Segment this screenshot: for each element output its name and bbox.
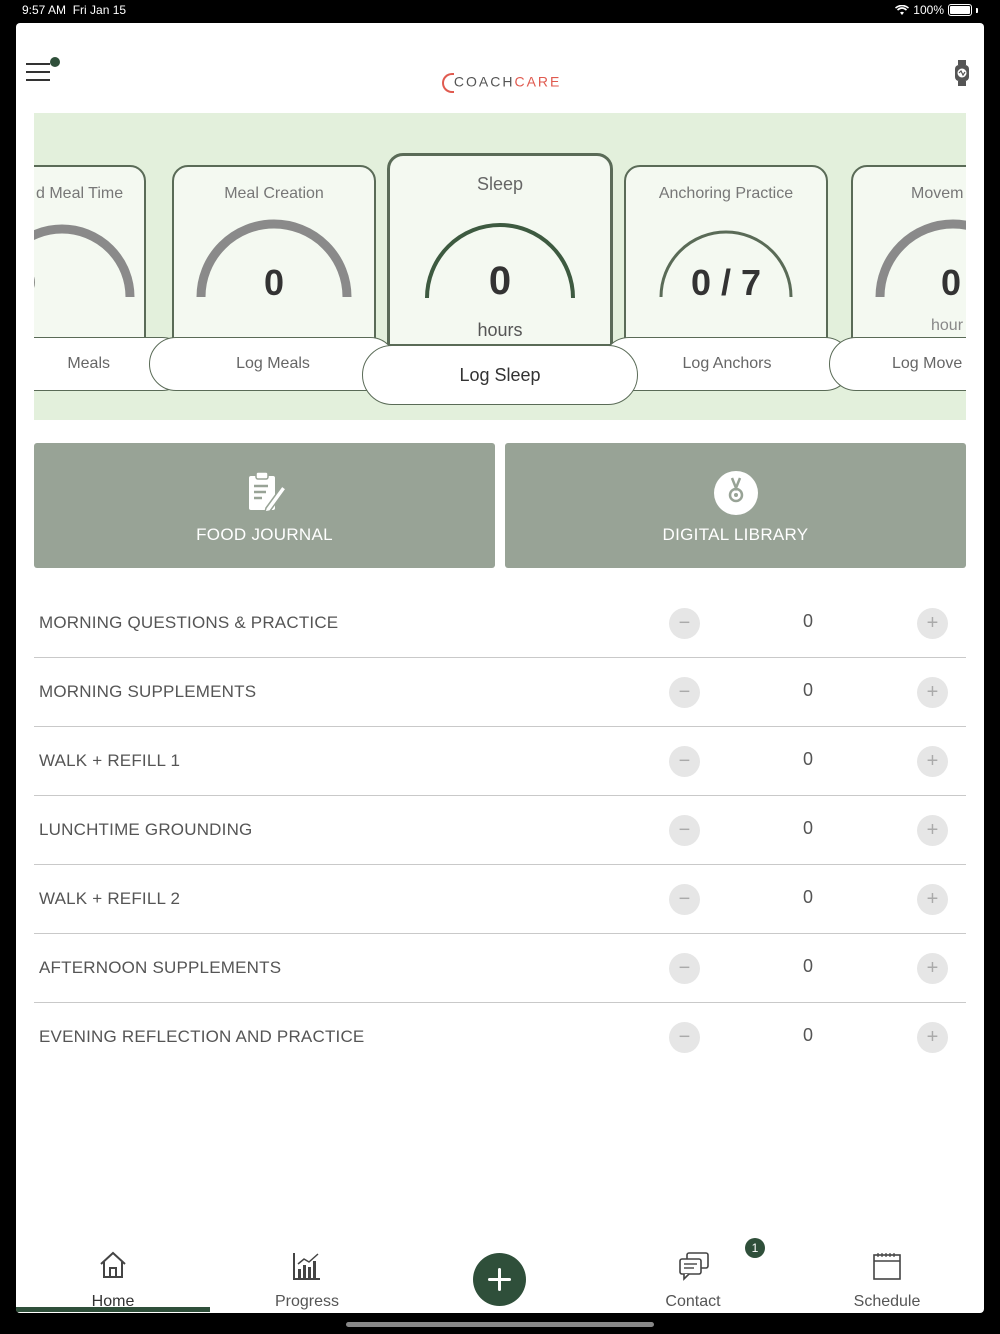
card-value: 0 — [263, 262, 285, 303]
decrement-button[interactable]: − — [669, 815, 700, 846]
battery-icon — [948, 4, 972, 16]
card-value: 0 / 7 — [690, 262, 762, 303]
decrement-button[interactable]: − — [669, 1022, 700, 1053]
status-right: 100% — [895, 3, 978, 17]
calendar-icon — [873, 1253, 901, 1280]
checklist-label: MORNING SUPPLEMENTS — [39, 682, 257, 701]
increment-button[interactable]: + — [917, 815, 948, 846]
wifi-icon — [895, 4, 910, 15]
list-item: WALK + REFILL 1 − 0 + — [34, 727, 966, 796]
increment-button[interactable]: + — [917, 953, 948, 984]
decrement-button[interactable]: − — [669, 884, 700, 915]
tab-schedule-label: Schedule — [853, 1293, 921, 1310]
tab-home[interactable]: Home — [16, 1238, 210, 1313]
metric-carousel[interactable]: d Meal Time 0 Meal Creation 0 Sleep 0 ho… — [34, 113, 966, 420]
active-tab-indicator — [16, 1307, 210, 1312]
home-indicator — [346, 1322, 654, 1327]
checklist-count: 0 — [802, 749, 813, 769]
checklist-label: AFTERNOON SUPPLEMENTS — [39, 958, 282, 977]
digital-library-label: DIGITAL LIBRARY — [662, 525, 809, 544]
checklist-count: 0 — [802, 680, 813, 700]
tab-schedule[interactable]: Schedule — [790, 1238, 984, 1313]
card-movement[interactable]: Movem 0 hour — [851, 165, 966, 345]
clipboard-pen-icon — [248, 471, 287, 513]
card-title: Sleep — [476, 174, 524, 194]
battery-percent: 100% — [913, 3, 944, 17]
card-unit: hours — [477, 320, 523, 340]
header: COACHCARE — [16, 23, 984, 113]
list-item: AFTERNOON SUPPLEMENTS − 0 + — [34, 934, 966, 1003]
decrement-button[interactable]: − — [669, 608, 700, 639]
checklist-count: 0 — [802, 887, 813, 907]
decrement-button[interactable]: − — [669, 953, 700, 984]
daily-checklist: MORNING QUESTIONS & PRACTICE − 0 + MORNI… — [34, 589, 966, 1071]
card-title: Anchoring Practice — [658, 185, 794, 202]
checklist-label: EVENING REFLECTION AND PRACTICE — [39, 1027, 365, 1046]
home-icon — [100, 1251, 126, 1278]
status-time: 9:57 AM Fri Jan 15 — [22, 3, 127, 17]
card-title: d Meal Time — [36, 185, 124, 202]
card-anchoring-practice[interactable]: Anchoring Practice 0 / 7 — [624, 165, 828, 345]
increment-button[interactable]: + — [917, 608, 948, 639]
card-unit: hour — [931, 317, 964, 334]
list-item: WALK + REFILL 2 − 0 + — [34, 865, 966, 934]
add-button[interactable] — [473, 1253, 526, 1306]
log-meals-button[interactable]: Log Meals — [149, 337, 397, 391]
tab-progress[interactable]: Progress — [210, 1238, 404, 1313]
checklist-label: LUNCHTIME GROUNDING — [39, 820, 253, 839]
card-value: 0 — [941, 262, 962, 303]
list-item: MORNING SUPPLEMENTS − 0 + — [34, 658, 966, 727]
chat-icon — [679, 1252, 709, 1281]
app-window: COACHCARE d Meal Time 0 Meal Creation 0 … — [16, 23, 984, 1313]
decrement-button[interactable]: − — [669, 746, 700, 777]
increment-button[interactable]: + — [917, 677, 948, 708]
contact-badge: 1 — [745, 1238, 765, 1258]
list-item: LUNCHTIME GROUNDING − 0 + — [34, 796, 966, 865]
card-meal-creation[interactable]: Meal Creation 0 — [172, 165, 376, 345]
increment-button[interactable]: + — [917, 884, 948, 915]
checklist-label: MORNING QUESTIONS & PRACTICE — [39, 613, 339, 632]
list-item: MORNING QUESTIONS & PRACTICE − 0 + — [34, 589, 966, 658]
digital-library-tile[interactable]: DIGITAL LIBRARY — [505, 443, 966, 568]
menu-button[interactable] — [26, 57, 60, 83]
tab-progress-label: Progress — [274, 1293, 340, 1310]
increment-button[interactable]: + — [917, 746, 948, 777]
card-value: 0 — [34, 262, 144, 304]
medal-icon — [713, 471, 758, 515]
checklist-count: 0 — [802, 611, 813, 631]
card-sleep[interactable]: Sleep 0 hours — [387, 153, 613, 347]
bar-chart-icon — [293, 1253, 320, 1280]
checklist-label: WALK + REFILL 1 — [39, 751, 181, 770]
increment-button[interactable]: + — [917, 1022, 948, 1053]
food-journal-tile[interactable]: FOOD JOURNAL — [34, 443, 495, 568]
logo-arc-icon — [442, 73, 454, 93]
watch-icon[interactable] — [954, 60, 970, 86]
log-anchors-button[interactable]: Log Anchors — [602, 337, 852, 391]
decrement-button[interactable]: − — [669, 677, 700, 708]
checklist-count: 0 — [802, 818, 813, 838]
card-title: Meal Creation — [224, 185, 324, 202]
log-sleep-button[interactable]: Log Sleep — [362, 345, 638, 405]
food-journal-label: FOOD JOURNAL — [196, 525, 333, 544]
checklist-count: 0 — [802, 1025, 813, 1045]
checklist-label: WALK + REFILL 2 — [39, 889, 181, 908]
card-meal-time[interactable]: d Meal Time 0 — [34, 165, 146, 345]
card-value: 0 — [488, 259, 512, 303]
list-item: EVENING REFLECTION AND PRACTICE − 0 + — [34, 1003, 966, 1071]
quick-tiles: FOOD JOURNAL DIGITAL LIBRARY — [34, 443, 966, 568]
card-title: Movem — [911, 185, 964, 202]
checklist-count: 0 — [802, 956, 813, 976]
status-bar: 9:57 AM Fri Jan 15 100% — [0, 0, 1000, 22]
log-movement-button[interactable]: Log Move — [829, 337, 966, 391]
coachcare-logo: COACHCARE — [442, 73, 561, 93]
tab-contact-label: Contact — [665, 1293, 721, 1310]
notification-dot — [50, 57, 60, 67]
